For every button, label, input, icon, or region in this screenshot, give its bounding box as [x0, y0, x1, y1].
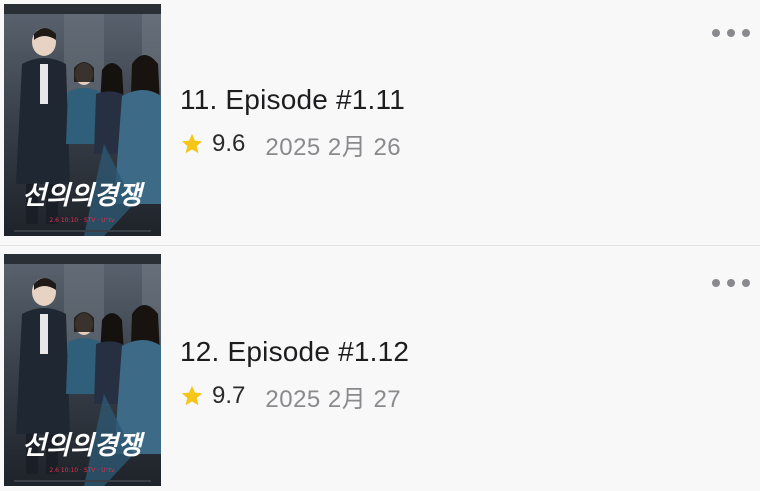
episode-title[interactable]: 12. Episode #1.12 [180, 336, 409, 368]
episode-list: 선의의경쟁 2.6 10:10 · STV · U⁺tv 11. Episode… [0, 0, 760, 491]
more-dot [712, 279, 720, 287]
more-dot [712, 29, 720, 37]
episode-title[interactable]: 11. Episode #1.11 [180, 84, 405, 116]
poster-credit: 2.6 10:10 · STV · U⁺tv [49, 217, 115, 224]
poster-image: 선의의경쟁 2.6 10:10 · STV · U⁺tv [4, 254, 161, 486]
more-horizontal-icon[interactable] [712, 26, 750, 40]
episode-date: 2025 2月 26 [265, 133, 402, 161]
more-dot [727, 279, 735, 287]
more-dot [727, 29, 735, 37]
episode-poster[interactable]: 선의의경쟁 2.6 10:10 · STV · U⁺tv [4, 4, 161, 236]
star-icon [181, 133, 203, 154]
poster-image: 선의의경쟁 2.6 10:10 · STV · U⁺tv [4, 4, 161, 236]
poster-credit: 2.6 10:10 · STV · U⁺tv [49, 467, 115, 474]
poster-logo: 선의의경쟁 [22, 181, 146, 211]
episode-rating: 9.7 [212, 382, 246, 409]
episode-row[interactable]: 선의의경쟁 2.6 10:10 · STV · U⁺tv 11. Episode… [0, 0, 760, 245]
episode-poster[interactable]: 선의의경쟁 2.6 10:10 · STV · U⁺tv [4, 254, 161, 486]
episode-meta: 9.6 2025 2月 26 [180, 130, 401, 161]
episode-date: 2025 2月 27 [265, 385, 402, 413]
episode-row[interactable]: 선의의경쟁 2.6 10:10 · STV · U⁺tv 12. Episode… [0, 246, 760, 491]
more-dot [742, 279, 750, 287]
episode-rating: 9.6 [212, 130, 246, 157]
more-horizontal-icon[interactable] [712, 276, 750, 290]
more-dot [742, 29, 750, 37]
episode-meta: 9.7 2025 2月 27 [180, 382, 401, 413]
poster-logo: 선의의경쟁 [22, 431, 146, 461]
star-icon [181, 385, 203, 406]
